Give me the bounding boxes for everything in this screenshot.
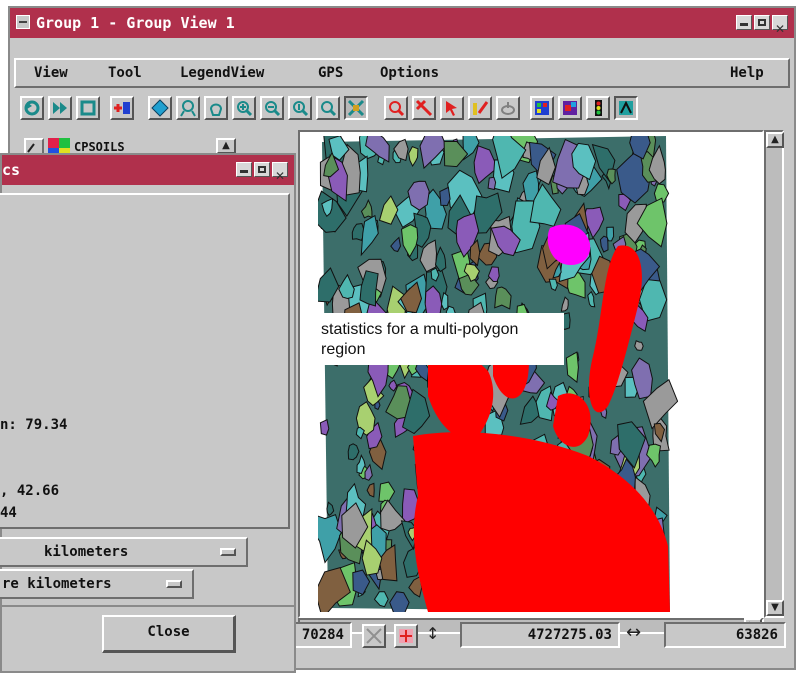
legend-icon[interactable]	[530, 96, 554, 120]
close-button[interactable]: Close	[102, 615, 236, 653]
full-view-icon[interactable]	[344, 96, 368, 120]
traffic-light-icon[interactable]	[586, 96, 610, 120]
length-units-dropdown[interactable]: kilometers	[0, 537, 248, 567]
toolbar	[14, 94, 790, 126]
map-canvas[interactable]	[298, 130, 764, 618]
measure-tool-icon[interactable]	[412, 96, 436, 120]
menu-tool[interactable]: Tool	[108, 60, 142, 86]
scroll-down-arrow[interactable]: ▼	[766, 600, 784, 616]
scroll-up-arrow[interactable]: ▲	[766, 132, 784, 148]
coord-y-field[interactable]: 4727275.03	[460, 622, 620, 648]
menu-options[interactable]: Options	[380, 60, 439, 86]
edit-icon[interactable]	[468, 96, 492, 120]
window-title: Group 1 - Group View 1	[36, 14, 235, 32]
layer-name: CPSOILS	[74, 140, 125, 154]
dialog-close-icon[interactable]	[272, 161, 288, 191]
add-layer-tool[interactable]	[110, 96, 134, 120]
crosshair-off-icon[interactable]	[362, 624, 386, 648]
zoom-out-icon[interactable]	[260, 96, 284, 120]
minimize-icon[interactable]	[736, 15, 752, 30]
select-tool[interactable]	[148, 96, 172, 120]
stat-centroid: , 42.66	[0, 483, 60, 499]
menubar: View Tool LegendView GPS Options Help	[14, 58, 790, 88]
coord-z-field[interactable]: 63826	[664, 622, 786, 648]
window-menu-icon[interactable]	[16, 15, 30, 29]
stat-area: 44	[0, 505, 17, 521]
dropdown-indicator-icon	[220, 548, 236, 556]
crosshair-on-icon[interactable]	[394, 624, 418, 648]
zoom-previous-icon[interactable]	[316, 96, 340, 120]
dialog-minimize-icon[interactable]	[236, 162, 252, 177]
dialog-divider	[2, 605, 294, 607]
maximize-icon[interactable]	[754, 15, 770, 30]
menu-help[interactable]: Help	[730, 60, 764, 86]
layer-list-scroll-up[interactable]: ▲	[216, 138, 236, 154]
menu-legendview[interactable]: LegendView	[180, 60, 264, 86]
soil-map	[318, 136, 678, 612]
main-titlebar[interactable]: Group 1 - Group View 1	[10, 8, 794, 44]
dropdown-indicator-icon	[166, 580, 182, 588]
zoom-1x-icon[interactable]	[288, 96, 312, 120]
vertical-arrows-icon: ↕	[426, 624, 440, 643]
close-icon[interactable]	[772, 14, 788, 44]
gps-icon[interactable]	[496, 96, 520, 120]
pan-tool[interactable]	[204, 96, 228, 120]
horizontal-arrows-icon: ↔	[626, 622, 642, 643]
dialog-title: cs	[2, 161, 21, 179]
stat-perimeter: n: 79.34	[0, 417, 68, 433]
annotation-callout: statistics for a multi-polygon region	[310, 313, 564, 365]
dialog-titlebar[interactable]: cs	[2, 155, 294, 191]
length-units-value: kilometers	[44, 544, 129, 560]
vertical-scrollbar[interactable]: ▲ ▼	[764, 130, 784, 618]
pointer-icon[interactable]	[440, 96, 464, 120]
stop-tool[interactable]	[76, 96, 100, 120]
area-units-dropdown[interactable]: re kilometers	[0, 569, 194, 599]
menu-view[interactable]: View	[34, 60, 68, 86]
skip-forward-tool[interactable]	[48, 96, 72, 120]
statusbar: 70284 ↕ 4727275.03 ↔ 63826	[280, 620, 788, 664]
zoom-in-icon[interactable]	[232, 96, 256, 120]
menu-gps[interactable]: GPS	[318, 60, 343, 86]
dialog-maximize-icon[interactable]	[254, 162, 270, 177]
area-units-value: re kilometers	[2, 576, 112, 592]
find-icon[interactable]	[384, 96, 408, 120]
layer-manager-icon[interactable]	[558, 96, 582, 120]
statistics-panel: n: 79.34 , 42.66 44	[0, 193, 290, 529]
zoom-box-tool[interactable]	[176, 96, 200, 120]
redraw-tool[interactable]	[20, 96, 44, 120]
statistics-dialog: cs n: 79.34 , 42.66 44 kilometers re kil…	[0, 153, 296, 673]
gps-status-icon[interactable]	[614, 96, 638, 120]
